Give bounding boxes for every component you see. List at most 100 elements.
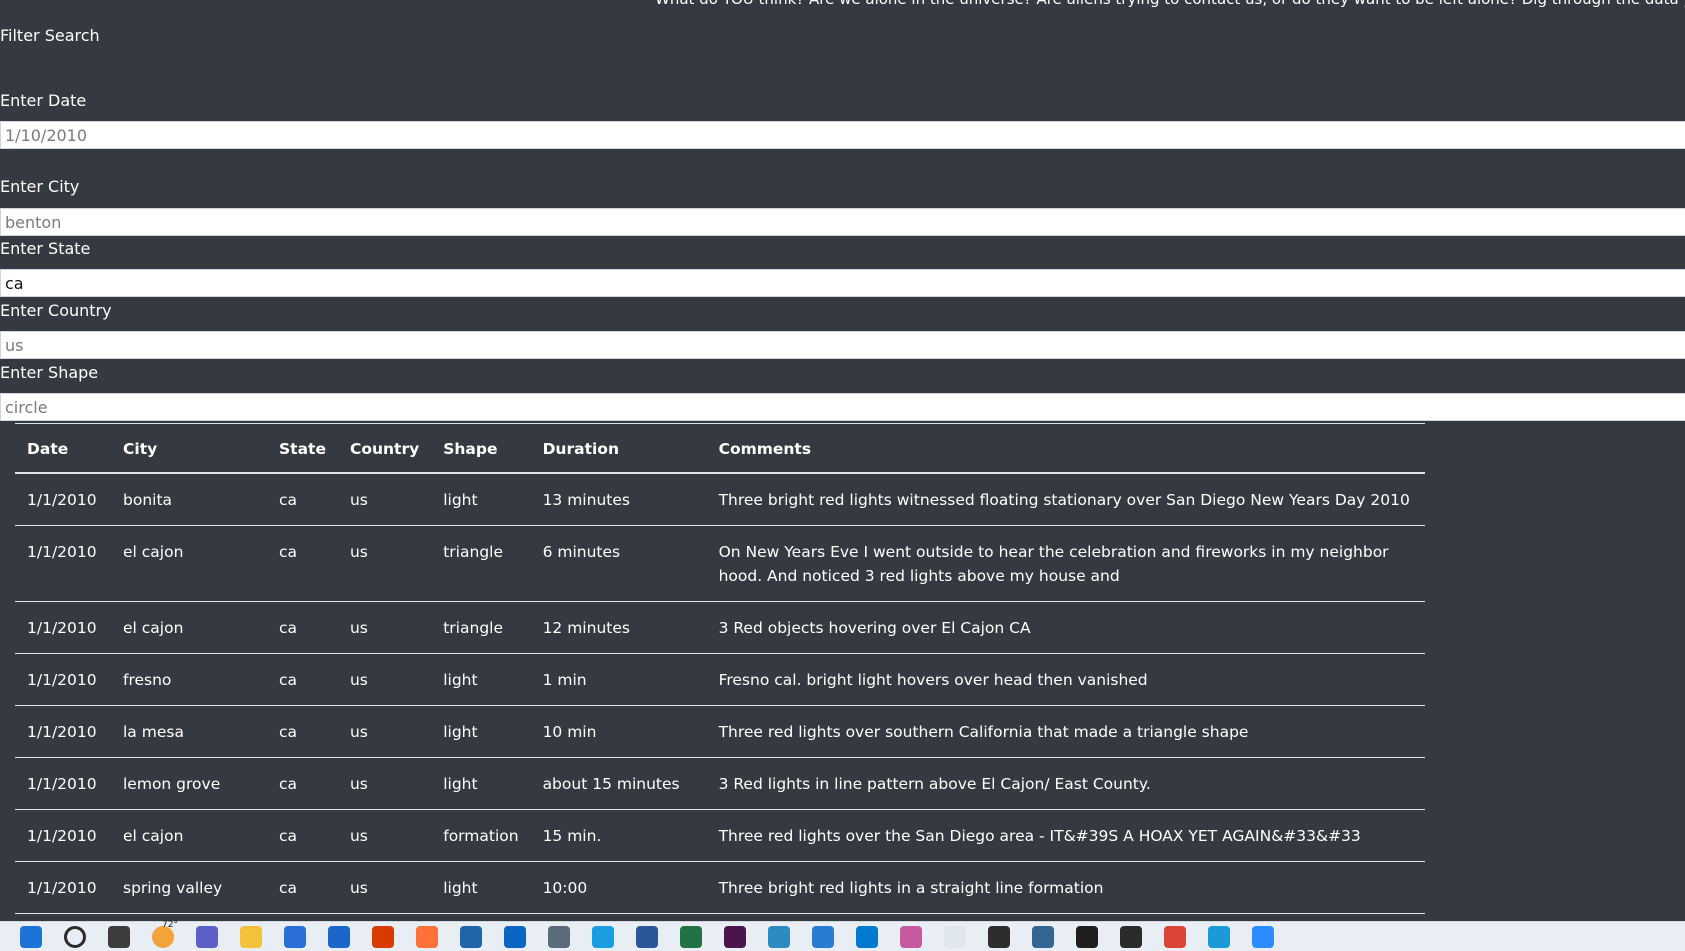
cell-date: 1/1/2010 <box>15 705 111 758</box>
cell-duration: 15 min. <box>530 809 707 862</box>
calculator-icon[interactable] <box>548 925 570 948</box>
vscode-icon[interactable] <box>856 925 878 948</box>
cell-comments: Fresno cal. bright light hovers over hea… <box>706 653 1425 706</box>
cell-country: us <box>337 601 432 654</box>
cell-shape: triangle <box>431 601 531 654</box>
postgres-icon[interactable] <box>1032 925 1054 948</box>
edge-icon[interactable] <box>592 925 614 948</box>
cell-country: us <box>337 525 432 602</box>
page: What do YOU think? Are we alone in the u… <box>0 0 1685 921</box>
office-icon[interactable] <box>372 925 394 948</box>
slack-icon[interactable] <box>724 925 746 948</box>
cell-city: el cajon <box>111 525 267 602</box>
cell-city: el cajon <box>111 601 267 654</box>
cell-duration: 12 minutes <box>530 601 707 654</box>
powershell-icon[interactable] <box>1120 925 1142 948</box>
shape-input[interactable] <box>0 393 1685 421</box>
teams-chat-icon[interactable] <box>196 925 218 948</box>
snipping-tool-icon[interactable] <box>944 925 966 948</box>
table-row: 1/1/2010 lemon grove ca us light about 15 min… <box>15 757 1425 810</box>
cell-city: la mesa <box>111 705 267 758</box>
state-label: Enter State <box>0 239 91 258</box>
table-row: 1/1/2010 bonita ca us light 13 minutes Three b… <box>15 472 1425 526</box>
cell-date: 1/1/2010 <box>15 913 111 921</box>
cell-city: fresno <box>111 653 267 706</box>
cell-city: el cajon <box>111 809 267 862</box>
firefox-icon[interactable] <box>416 925 438 948</box>
country-label: Enter Country <box>0 301 112 320</box>
cell-shape: light <box>431 757 531 810</box>
cell-country: us <box>337 861 432 914</box>
country-input[interactable] <box>0 331 1685 359</box>
cell-country: us <box>337 809 432 862</box>
cell-comments: Three red lights over southern Californi… <box>706 705 1425 758</box>
linkedin-icon[interactable] <box>504 925 526 948</box>
edge-dev-icon[interactable] <box>1208 925 1230 948</box>
table-header-row: Date City State Country Shape Duration C… <box>15 423 1425 474</box>
header-city: City <box>111 423 267 474</box>
cell-state: ca <box>267 809 338 862</box>
cell-shape: triangle <box>431 525 531 602</box>
ufo-table-wrapper: Date City State Country Shape Duration C… <box>15 423 1425 921</box>
terminal-icon[interactable] <box>988 925 1010 948</box>
header-date: Date <box>15 423 111 474</box>
cmd-icon[interactable] <box>1076 925 1098 948</box>
cell-country: us <box>337 472 432 526</box>
task-view-icon[interactable] <box>108 925 130 948</box>
state-input[interactable] <box>0 269 1685 297</box>
cell-state: ca <box>267 525 338 602</box>
chrome-icon[interactable] <box>1164 925 1186 948</box>
cell-comments: Objects in sky over Antioch California 1… <box>706 913 1425 921</box>
cell-date: 1/1/2010 <box>15 525 111 602</box>
cell-state: ca <box>267 705 338 758</box>
table-body: 1/1/2010 bonita ca us light 13 minutes Three b… <box>15 472 1425 921</box>
zoom-icon[interactable] <box>1252 925 1274 948</box>
intro-text: What do YOU think? Are we alone in the u… <box>655 0 1685 8</box>
cell-duration: 1 min <box>530 653 707 706</box>
cell-city: bonita <box>111 472 267 526</box>
cell-shape: light <box>431 705 531 758</box>
table-row: 1/1/2010antiochcausother30 minuetsObject… <box>15 913 1425 921</box>
windows-taskbar: 72° <box>0 920 1685 951</box>
table-row: 1/1/2010 spring valley ca us light 10:00 Three… <box>15 861 1425 914</box>
header-duration: Duration <box>530 423 707 474</box>
cell-state: ca <box>267 913 338 921</box>
cell-country: us <box>337 705 432 758</box>
city-input[interactable] <box>0 208 1685 236</box>
cell-city: lemon grove <box>111 757 267 810</box>
photos-icon[interactable] <box>460 925 482 948</box>
shape-label: Enter Shape <box>0 363 99 382</box>
table-row: 1/1/2010 el cajon ca us formation 15 min. Thre… <box>15 809 1425 862</box>
edge-beta-icon[interactable] <box>768 925 790 948</box>
store-icon[interactable] <box>284 925 306 948</box>
word-icon[interactable] <box>636 925 658 948</box>
mail-icon[interactable] <box>328 925 350 948</box>
table-row: 1/1/2010 el cajon ca us triangle 6 minutes On … <box>15 525 1425 602</box>
cell-state: ca <box>267 757 338 810</box>
cell-shape: formation <box>431 809 531 862</box>
date-input[interactable] <box>0 121 1685 149</box>
cell-state: ca <box>267 653 338 706</box>
cell-country: us <box>337 913 432 921</box>
cell-duration: about 15 minutes <box>530 757 707 810</box>
cell-comments: Three bright red lights witnessed floati… <box>706 472 1425 526</box>
file-explorer-icon[interactable] <box>240 925 262 948</box>
cell-date: 1/1/2010 <box>15 757 111 810</box>
excel-icon[interactable] <box>680 925 702 948</box>
cell-state: ca <box>267 601 338 654</box>
windows-start-icon[interactable] <box>20 925 42 948</box>
cell-country: us <box>337 653 432 706</box>
date-label: Enter Date <box>0 91 87 110</box>
weather-icon[interactable]: 72° <box>152 920 178 948</box>
cell-date: 1/1/2010 <box>15 809 111 862</box>
notepad-icon[interactable] <box>812 925 834 948</box>
weather-temp: 72° <box>162 919 178 930</box>
cell-comments: Three bright red lights in a straight li… <box>706 861 1425 914</box>
header-country: Country <box>337 423 432 474</box>
cell-duration: 13 minutes <box>530 472 707 526</box>
app-icon[interactable] <box>900 925 922 948</box>
search-icon[interactable] <box>64 925 86 948</box>
header-comments: Comments <box>706 423 1425 474</box>
header-state: State <box>267 423 338 474</box>
cell-city: spring valley <box>111 861 267 914</box>
